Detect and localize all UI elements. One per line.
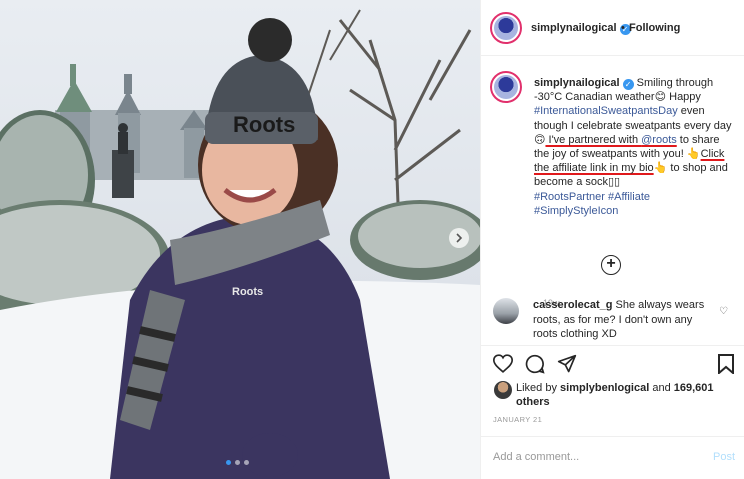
chevron-right-icon (456, 233, 463, 243)
hashtag-affiliate[interactable]: #Affiliate (608, 191, 650, 203)
post-comment-button[interactable]: Post (713, 451, 735, 463)
smile-emoji: 😊 (654, 91, 667, 104)
next-photo-button[interactable] (449, 228, 469, 248)
add-comment-bar: Add a comment... Post (481, 436, 744, 479)
hashtag-sweatpantsday[interactable]: #InternationalSweatpantsDay (534, 105, 678, 117)
post-header: simplynailogical ✓ • Following (481, 0, 744, 56)
add-comment-input[interactable]: Add a comment... (493, 451, 579, 463)
header-separator: • (621, 22, 625, 34)
author-avatar[interactable] (490, 12, 522, 44)
action-bar (481, 345, 744, 383)
comment-bubble-icon[interactable] (525, 354, 545, 374)
hat-logo-text: Roots (233, 112, 295, 137)
photo-scene: Roots Roots (0, 0, 480, 479)
comment-text: casserolecat_g She always wears roots, a… (533, 299, 705, 340)
carousel-indicator (226, 460, 249, 465)
like-heart-icon[interactable] (493, 354, 513, 373)
following-button[interactable]: Following (629, 22, 680, 34)
pointing-up-emoji: 👆 (653, 162, 668, 175)
pointing-up-emoji: 👆 (686, 148, 701, 161)
save-bookmark-icon[interactable] (718, 354, 734, 374)
commenter-avatar[interactable] (493, 298, 519, 324)
comment-like-heart-icon[interactable]: ♡ (719, 306, 728, 317)
verified-badge-icon: ✓ (622, 79, 634, 90)
commenter-username[interactable]: casserolecat_g (533, 299, 613, 311)
carousel-dot-active (226, 460, 231, 465)
post-side-panel: simplynailogical ✓ • Following simplynail… (480, 0, 744, 479)
load-more-comments-icon[interactable]: + (601, 255, 621, 275)
shirt-logo-text: Roots (232, 286, 263, 298)
partner-text: I've partnered with @roots (545, 133, 677, 146)
caption-avatar[interactable] (490, 71, 522, 103)
liker-username[interactable]: simplybenlogical (560, 382, 649, 394)
post-date[interactable]: JANUARY 21 (493, 415, 542, 424)
carousel-dot (235, 460, 240, 465)
mention-roots[interactable]: @roots (641, 134, 677, 146)
hashtag-rootspartner[interactable]: #RootsPartner (534, 191, 605, 203)
share-plane-icon[interactable] (557, 354, 577, 374)
caption-text: simplynailogical ✓ Smiling through -30°C … (534, 77, 732, 217)
author-username[interactable]: simplynailogical ✓ (531, 22, 631, 35)
post-photo[interactable]: Roots Roots (0, 0, 480, 479)
carousel-dot (244, 460, 249, 465)
liker-avatar[interactable] (494, 381, 512, 399)
likes-text: Liked by simplybenlogical and 169,601 ot… (516, 382, 714, 408)
caption-username[interactable]: simplynailogical ✓ (534, 77, 634, 90)
upside-down-emoji: 🙃 (534, 133, 546, 146)
hashtag-simplystyleicon[interactable]: #SimplyStyleIcon (534, 205, 618, 217)
